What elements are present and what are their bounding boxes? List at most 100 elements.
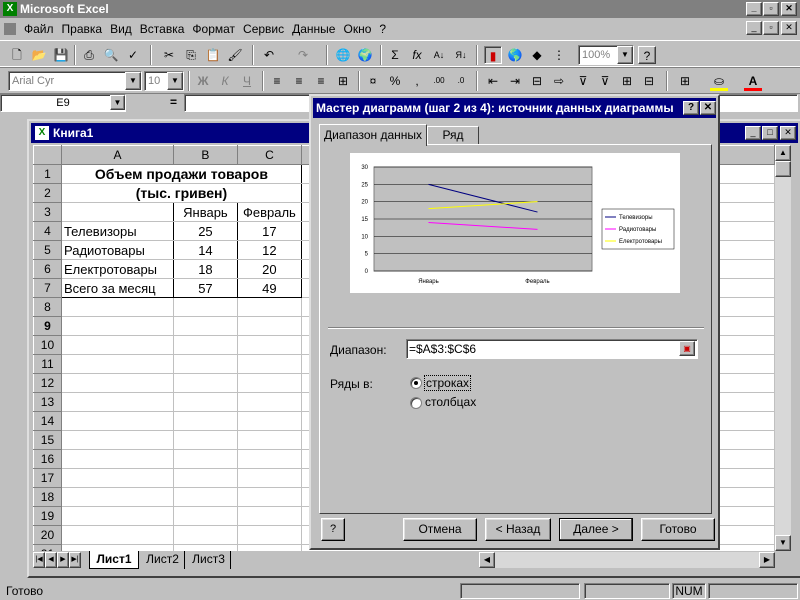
format-painter-icon[interactable]: 🖌 [226, 46, 244, 64]
cell-style-icon[interactable]: ⊟ [528, 72, 546, 90]
web-toolbar-icon[interactable]: 🌍 [356, 46, 374, 64]
cell-a3[interactable] [60, 202, 174, 222]
row-header[interactable]: 10 [33, 335, 62, 355]
underline-icon[interactable]: Ч [238, 72, 256, 90]
cell[interactable] [60, 354, 174, 374]
increase-indent-icon[interactable]: ⇥ [506, 72, 524, 90]
cell-b5[interactable]: 14 [172, 240, 238, 260]
scroll-right-icon[interactable]: ▶ [759, 552, 775, 568]
cell[interactable] [172, 297, 238, 317]
autosum-icon[interactable]: Σ [386, 46, 404, 64]
menu-view[interactable]: Вид [110, 22, 132, 36]
doc-minimize-icon[interactable]: _ [746, 21, 762, 35]
finish-button[interactable]: Готово [641, 518, 715, 541]
cell-c7[interactable]: 49 [236, 278, 302, 298]
row-header[interactable]: 12 [33, 373, 62, 393]
cell-c4[interactable]: 17 [236, 221, 302, 241]
cell[interactable] [236, 335, 302, 355]
currency-icon[interactable]: ¤ [364, 72, 382, 90]
help-icon[interactable]: ? [638, 46, 656, 64]
row-header[interactable]: 18 [33, 487, 62, 507]
minimize-icon[interactable]: _ [745, 126, 761, 140]
cell[interactable] [60, 506, 174, 526]
chevron-down-icon[interactable]: ▼ [617, 46, 633, 64]
cell-a7[interactable]: Всего за месяц [60, 278, 174, 298]
spelling-icon[interactable]: ✓ [124, 46, 142, 64]
chevron-down-icon[interactable]: ▼ [125, 72, 141, 90]
cell-b6[interactable]: 18 [172, 259, 238, 279]
col-header-a[interactable]: A [60, 145, 174, 165]
cell[interactable] [172, 373, 238, 393]
vertical-scrollbar[interactable]: ▲ ▼ [775, 145, 791, 551]
menu-data[interactable]: Данные [292, 22, 335, 36]
sort-desc-icon[interactable]: Я↓ [452, 46, 470, 64]
menu-window[interactable]: Окно [343, 22, 371, 36]
chevron-down-icon[interactable]: ▼ [167, 72, 183, 90]
new-icon[interactable]: 🗋 [8, 46, 26, 64]
cell[interactable] [236, 411, 302, 431]
cell-b4[interactable]: 25 [172, 221, 238, 241]
cell[interactable] [60, 487, 174, 507]
percent-icon[interactable]: % [386, 72, 404, 90]
row-header[interactable]: 7 [33, 278, 62, 298]
cell[interactable] [60, 335, 174, 355]
merge-center-icon[interactable]: ⊞ [334, 72, 352, 90]
cell-b3[interactable]: Январь [172, 202, 238, 222]
cell-c5[interactable]: 12 [236, 240, 302, 260]
map-icon[interactable]: 🌎 [506, 46, 524, 64]
zoom-dots-icon[interactable]: ⋮ [550, 46, 568, 64]
back-button[interactable]: < Назад [485, 518, 551, 541]
close-icon[interactable]: ✕ [780, 126, 796, 140]
cut-icon[interactable]: ✂ [160, 46, 178, 64]
menu-insert[interactable]: Вставка [140, 22, 185, 36]
row-header[interactable]: 9 [33, 316, 62, 336]
cell-b7[interactable]: 57 [172, 278, 238, 298]
cell[interactable] [172, 449, 238, 469]
row-header[interactable]: 17 [33, 468, 62, 488]
row-header[interactable]: 19 [33, 506, 62, 526]
decrease-decimal-icon[interactable]: .0 [452, 72, 470, 90]
decrease-indent-icon[interactable]: ⇤ [484, 72, 502, 90]
scroll-thumb[interactable] [775, 161, 791, 177]
collapse-dialog-icon[interactable]: ▣ [679, 341, 695, 356]
row-header[interactable]: 8 [33, 297, 62, 317]
print-icon[interactable]: ⎙ [80, 46, 98, 64]
increase-decimal-icon[interactable]: .00 [430, 72, 448, 90]
row-header[interactable]: 20 [33, 525, 62, 545]
scroll-down-icon[interactable]: ▼ [775, 535, 791, 551]
cell[interactable] [236, 449, 302, 469]
row-header[interactable]: 13 [33, 392, 62, 412]
cell[interactable] [236, 430, 302, 450]
italic-icon[interactable]: К [216, 72, 234, 90]
hyperlink-icon[interactable]: 🌐 [334, 46, 352, 64]
fill-series-icon[interactable]: ⇨ [550, 72, 568, 90]
group-icon[interactable]: ⊞ [618, 72, 636, 90]
wizard-help-icon[interactable]: ? [321, 518, 345, 541]
cell[interactable] [172, 354, 238, 374]
align-right-icon[interactable]: ≡ [312, 72, 330, 90]
row-header[interactable]: 11 [33, 354, 62, 374]
cell-a1[interactable]: Объем продажи товаров [60, 164, 302, 184]
radio-rows[interactable] [410, 377, 422, 389]
cell[interactable] [236, 354, 302, 374]
font-select[interactable]: Arial Cyr ▼ [8, 71, 142, 91]
cell[interactable] [172, 316, 238, 336]
copy-icon[interactable]: ⎘ [182, 46, 200, 64]
cell[interactable] [60, 373, 174, 393]
cell[interactable] [172, 430, 238, 450]
horizontal-scrollbar[interactable]: ◀ ▶ [479, 552, 775, 568]
range-input[interactable]: =$A$3:$C$6 ▣ [406, 339, 698, 359]
open-icon[interactable]: 📂 [30, 46, 48, 64]
chart-wizard-icon[interactable]: ▮ [484, 46, 502, 64]
cell[interactable] [236, 373, 302, 393]
cell[interactable] [60, 297, 174, 317]
col-header-b[interactable]: B [172, 145, 238, 165]
cell[interactable] [236, 392, 302, 412]
tab-series[interactable]: Ряд [427, 126, 479, 144]
sort-asc-icon[interactable]: A↓ [430, 46, 448, 64]
scroll-left-icon[interactable]: ◀ [479, 552, 495, 568]
cell[interactable] [60, 411, 174, 431]
row-header[interactable]: 4 [33, 221, 62, 241]
undo-icon[interactable]: ↶ [260, 46, 278, 64]
menu-edit[interactable]: Правка [62, 22, 103, 36]
